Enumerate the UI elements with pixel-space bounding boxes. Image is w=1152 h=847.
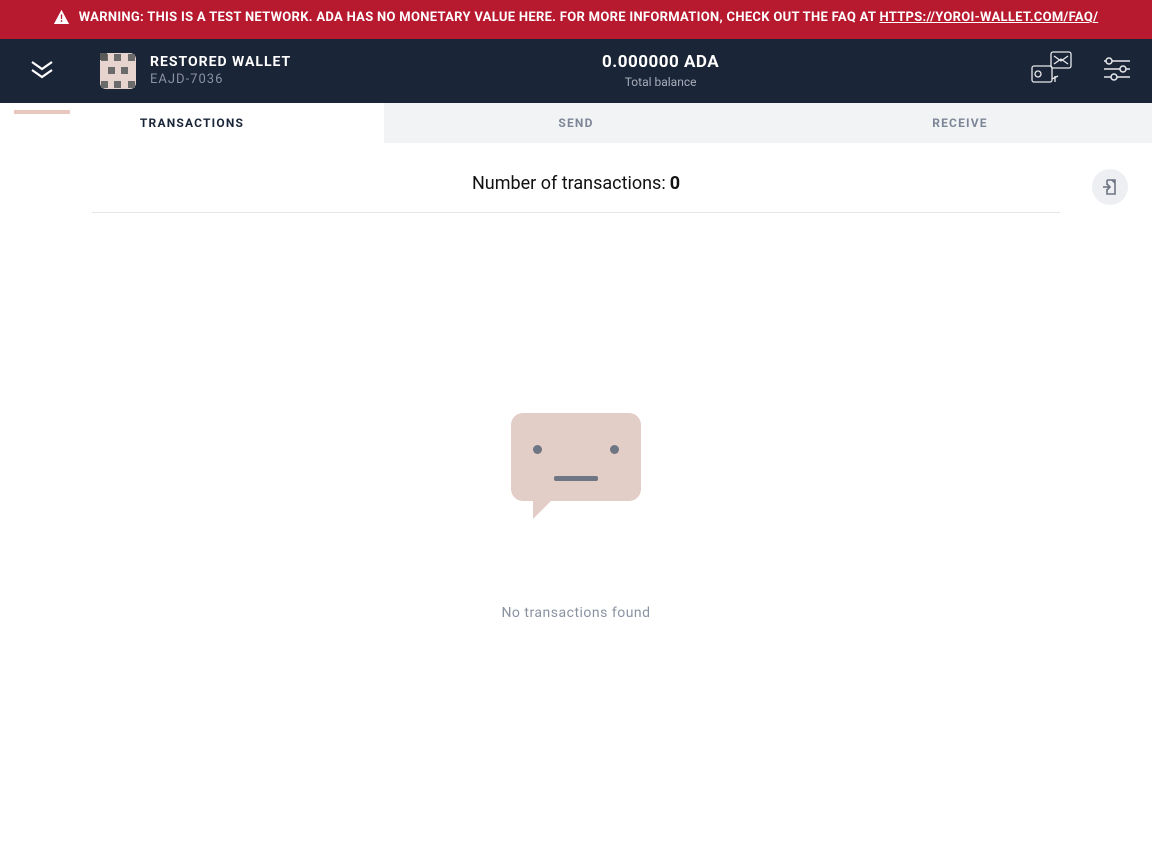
balance-label: Total balance: [625, 75, 697, 89]
warning-text-main: WARNING: THIS IS A TEST NETWORK. ADA HAS…: [79, 10, 880, 25]
transaction-count-value: 0: [670, 173, 680, 194]
transaction-count-label: Number of transactions:: [472, 173, 666, 194]
transactions-content: Number of transactions: 0 No transaction…: [0, 143, 1152, 621]
sidebar-toggle-button[interactable]: [0, 39, 84, 103]
wallet-name-block: RESTORED WALLET EAJD-7036: [150, 54, 291, 87]
empty-state-text: No transactions found: [501, 605, 650, 621]
settings-icon[interactable]: [1102, 55, 1132, 87]
wallet-info[interactable]: RESTORED WALLET EAJD-7036: [84, 53, 291, 89]
transaction-count-row: Number of transactions: 0: [48, 173, 1104, 212]
divider: [92, 212, 1060, 213]
balance-block: 0.000000 ADA Total balance: [291, 52, 1030, 89]
empty-state-icon: [511, 413, 641, 501]
wallet-plate-id: EAJD-7036: [150, 72, 291, 87]
buy-sell-icon[interactable]: [1030, 50, 1074, 92]
wallet-identicon-icon: [100, 53, 136, 89]
header-actions: [1030, 50, 1152, 92]
warning-text: WARNING: THIS IS A TEST NETWORK. ADA HAS…: [79, 8, 1098, 28]
wallet-name: RESTORED WALLET: [150, 54, 291, 70]
balance-amount: 0.000000 ADA: [602, 52, 719, 72]
warning-icon: [54, 10, 69, 31]
tab-receive[interactable]: RECEIVE: [768, 103, 1152, 143]
warning-faq-link[interactable]: HTTPS://YOROI-WALLET.COM/FAQ/: [879, 10, 1098, 25]
test-network-warning-banner: WARNING: THIS IS A TEST NETWORK. ADA HAS…: [0, 0, 1152, 39]
tab-send[interactable]: SEND: [384, 103, 768, 143]
export-file-icon: [1101, 178, 1119, 196]
empty-transactions-state: No transactions found: [48, 413, 1104, 621]
tab-transactions[interactable]: TRANSACTIONS: [0, 103, 384, 143]
wallet-tabs: TRANSACTIONS SEND RECEIVE: [0, 103, 1152, 143]
export-transactions-button[interactable]: [1092, 169, 1128, 205]
header-bar: RESTORED WALLET EAJD-7036 0.000000 ADA T…: [0, 39, 1152, 103]
